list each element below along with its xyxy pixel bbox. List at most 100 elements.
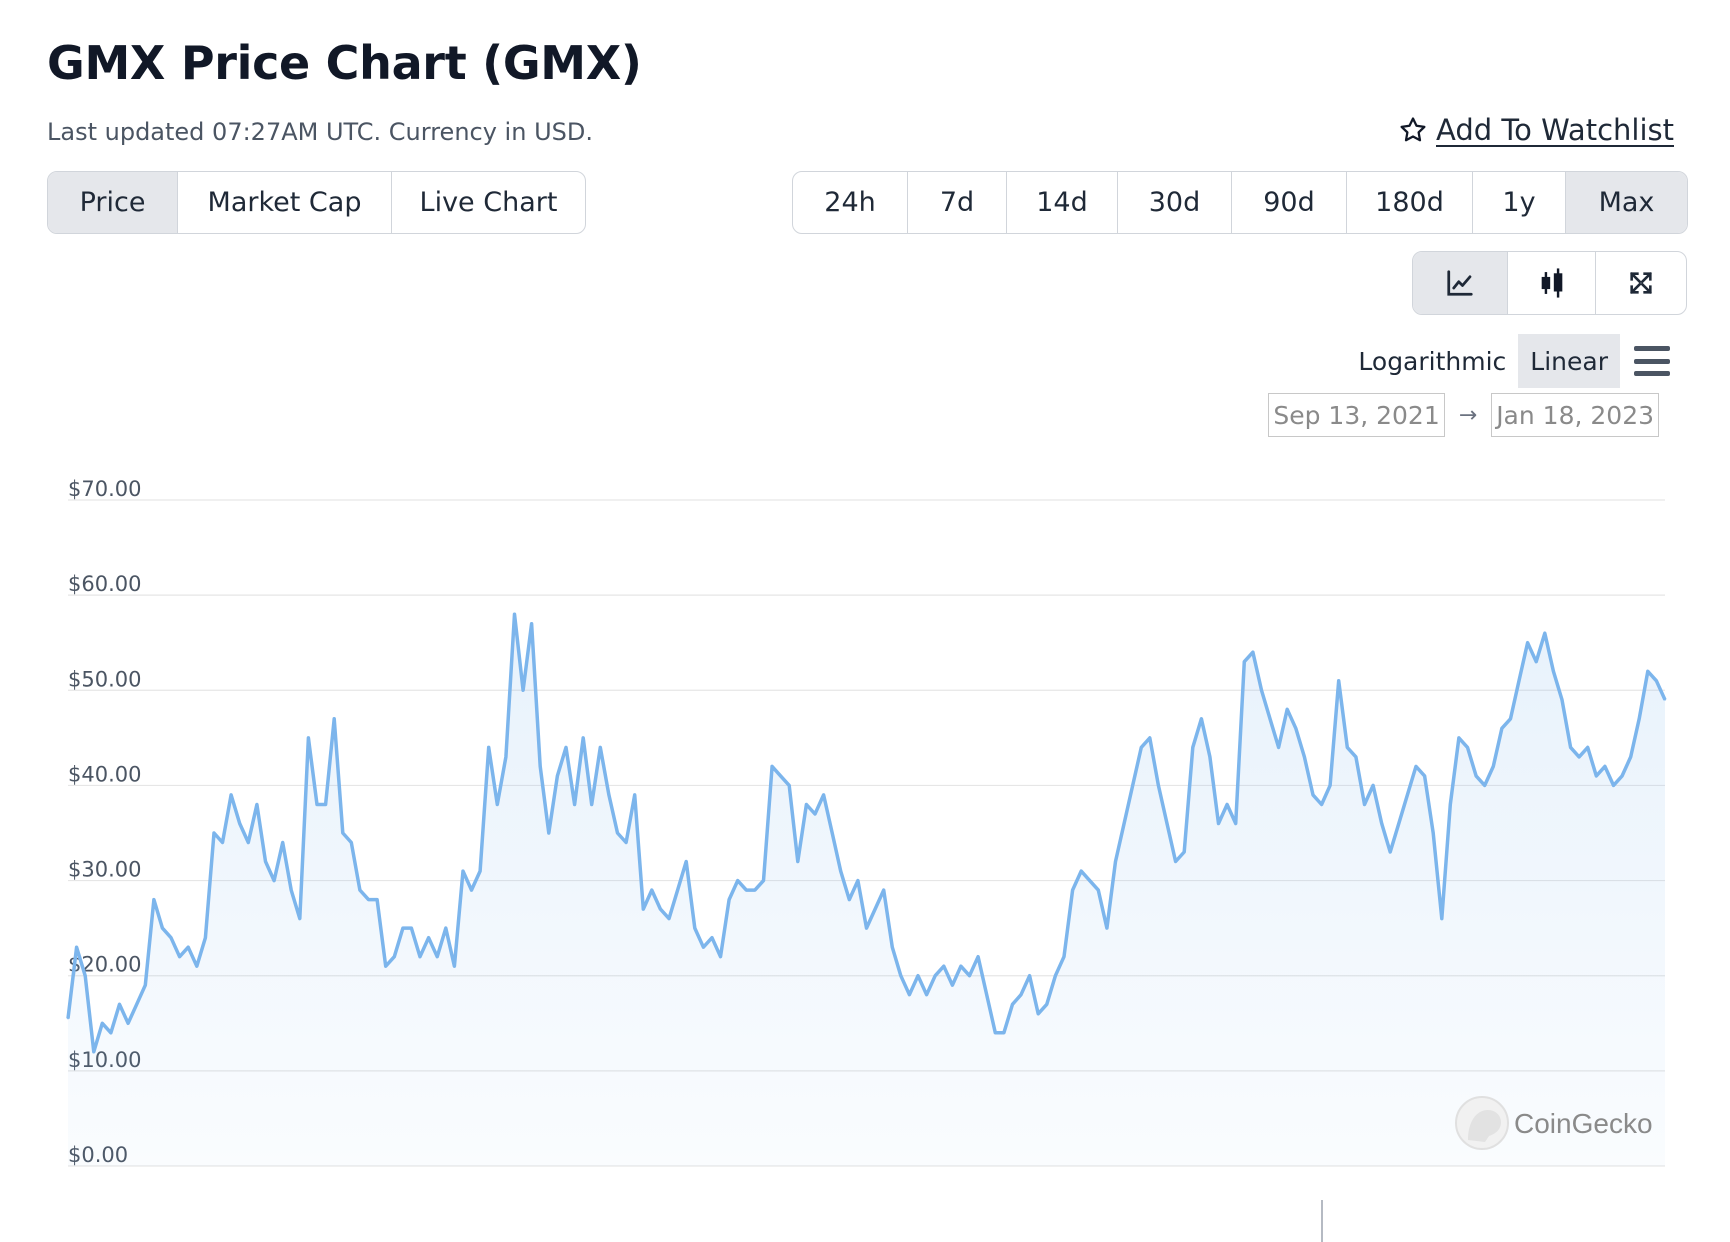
price-point: [462, 870, 464, 872]
price-point: [942, 965, 945, 968]
price-point: [685, 860, 688, 863]
price-point: [1234, 822, 1237, 825]
price-point: [668, 917, 670, 920]
price-point: [1045, 1003, 1048, 1006]
price-point: [1106, 927, 1108, 929]
price-point: [307, 737, 310, 739]
price-point: [556, 775, 559, 777]
price-point: [754, 889, 756, 891]
price-point: [1397, 822, 1400, 825]
price-point: [1664, 698, 1666, 701]
date-from-input[interactable]: Sep 13, 2021: [1268, 393, 1445, 437]
price-point: [75, 946, 78, 949]
price-point: [1123, 822, 1125, 825]
price-chart[interactable]: $0.00$10.00$20.00$30.00$40.00$50.00$60.0…: [0, 440, 1730, 1242]
price-point: [110, 1031, 112, 1034]
chart-view-tab-group: [1412, 251, 1687, 315]
price-point: [92, 1050, 95, 1053]
y-tick-label: $60.00: [68, 572, 141, 596]
price-point: [170, 936, 172, 939]
linear-scale-button[interactable]: Linear: [1518, 334, 1620, 388]
price-point: [917, 974, 919, 977]
price-point: [1191, 746, 1194, 749]
price-point: [1217, 822, 1220, 825]
range-14d[interactable]: 14d: [1007, 172, 1118, 233]
price-point: [590, 803, 593, 806]
price-point: [676, 889, 679, 891]
price-point: [736, 879, 739, 882]
price-point: [1380, 822, 1383, 825]
price-point: [762, 879, 765, 882]
price-point: [1621, 775, 1623, 777]
scale-toggle: Logarithmic Linear: [1346, 334, 1670, 388]
range-90d[interactable]: 90d: [1232, 172, 1347, 233]
price-point: [1209, 756, 1211, 758]
price-point: [1157, 784, 1160, 787]
price-point: [788, 784, 791, 787]
metric-tab-group: Price Market Cap Live Chart: [47, 171, 586, 234]
price-point: [539, 765, 542, 768]
price-point: [84, 974, 87, 977]
range-24h[interactable]: 24h: [793, 172, 908, 233]
price-point: [505, 756, 507, 758]
price-point: [1294, 727, 1297, 730]
price-point: [1638, 717, 1641, 720]
date-to-input[interactable]: Jan 18, 2023: [1491, 393, 1659, 437]
price-point: [264, 860, 267, 863]
line-chart-view-button[interactable]: [1413, 252, 1508, 314]
price-point: [796, 860, 799, 863]
logarithmic-scale-button[interactable]: Logarithmic: [1346, 334, 1518, 388]
hamburger-menu-icon[interactable]: [1634, 346, 1670, 376]
price-point: [1166, 822, 1168, 825]
price-point: [1655, 679, 1658, 682]
tab-live-chart[interactable]: Live Chart: [392, 172, 585, 233]
price-point: [1183, 851, 1186, 853]
candlestick-view-button[interactable]: [1508, 252, 1596, 314]
price-point: [1458, 737, 1460, 739]
range-180d-label: 180d: [1375, 187, 1444, 218]
add-to-watchlist-link[interactable]: Add To Watchlist: [1398, 113, 1674, 147]
y-tick-label: $40.00: [68, 762, 141, 786]
price-point: [118, 1003, 121, 1006]
range-1y-label: 1y: [1502, 187, 1536, 218]
price-point: [1269, 717, 1271, 720]
price-point: [865, 927, 868, 929]
tab-price-label: Price: [79, 187, 146, 218]
time-range-tab-group: 24h 7d 14d 30d 90d 180d 1y Max: [792, 171, 1688, 234]
price-point: [1492, 765, 1495, 768]
price-point: [925, 993, 928, 996]
price-point: [298, 917, 301, 920]
range-7d[interactable]: 7d: [908, 172, 1007, 233]
price-point: [1037, 1012, 1040, 1015]
price-point: [1415, 765, 1417, 768]
price-point: [616, 832, 619, 834]
price-point: [985, 993, 988, 996]
range-1y[interactable]: 1y: [1473, 172, 1566, 233]
price-point: [1501, 727, 1503, 730]
price-point: [221, 841, 224, 844]
fullscreen-view-button[interactable]: [1596, 252, 1686, 314]
price-point: [1586, 746, 1589, 749]
price-point: [1200, 717, 1203, 720]
tab-price[interactable]: Price: [48, 172, 178, 233]
range-30d[interactable]: 30d: [1118, 172, 1232, 233]
y-tick-label: $70.00: [68, 477, 141, 501]
range-max[interactable]: Max: [1566, 172, 1687, 233]
price-point: [805, 803, 808, 806]
price-point: [513, 613, 516, 616]
range-24h-label: 24h: [824, 187, 876, 218]
price-point: [367, 898, 370, 901]
price-point: [1252, 651, 1254, 654]
price-point: [1526, 641, 1529, 644]
price-point: [195, 965, 198, 968]
price-area-fill: [68, 614, 1665, 1166]
price-point: [934, 974, 937, 977]
price-point: [204, 936, 207, 939]
price-point: [1449, 803, 1452, 806]
price-point: [608, 794, 610, 796]
tab-live-chart-label: Live Chart: [419, 187, 558, 218]
range-180d[interactable]: 180d: [1347, 172, 1473, 233]
price-point: [702, 946, 705, 949]
price-point: [341, 832, 344, 834]
tab-market-cap[interactable]: Market Cap: [178, 172, 392, 233]
